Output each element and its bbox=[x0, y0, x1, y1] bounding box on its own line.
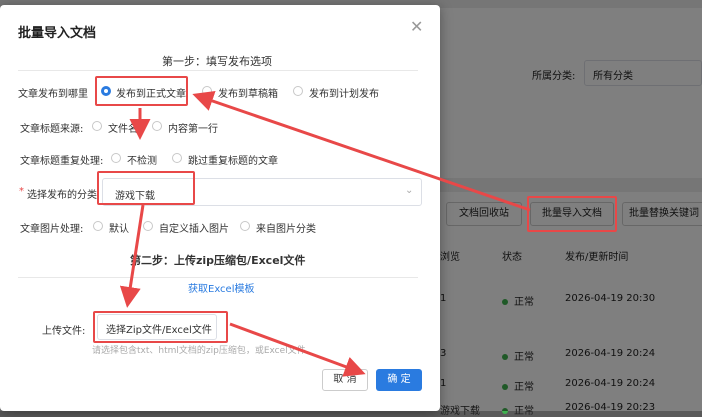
arrow-import-to-publish bbox=[192, 90, 531, 212]
annotation-arrows bbox=[119, 90, 531, 377]
arrow-category-to-upload bbox=[119, 204, 145, 308]
arrow-upload-to-confirm bbox=[229, 322, 366, 377]
